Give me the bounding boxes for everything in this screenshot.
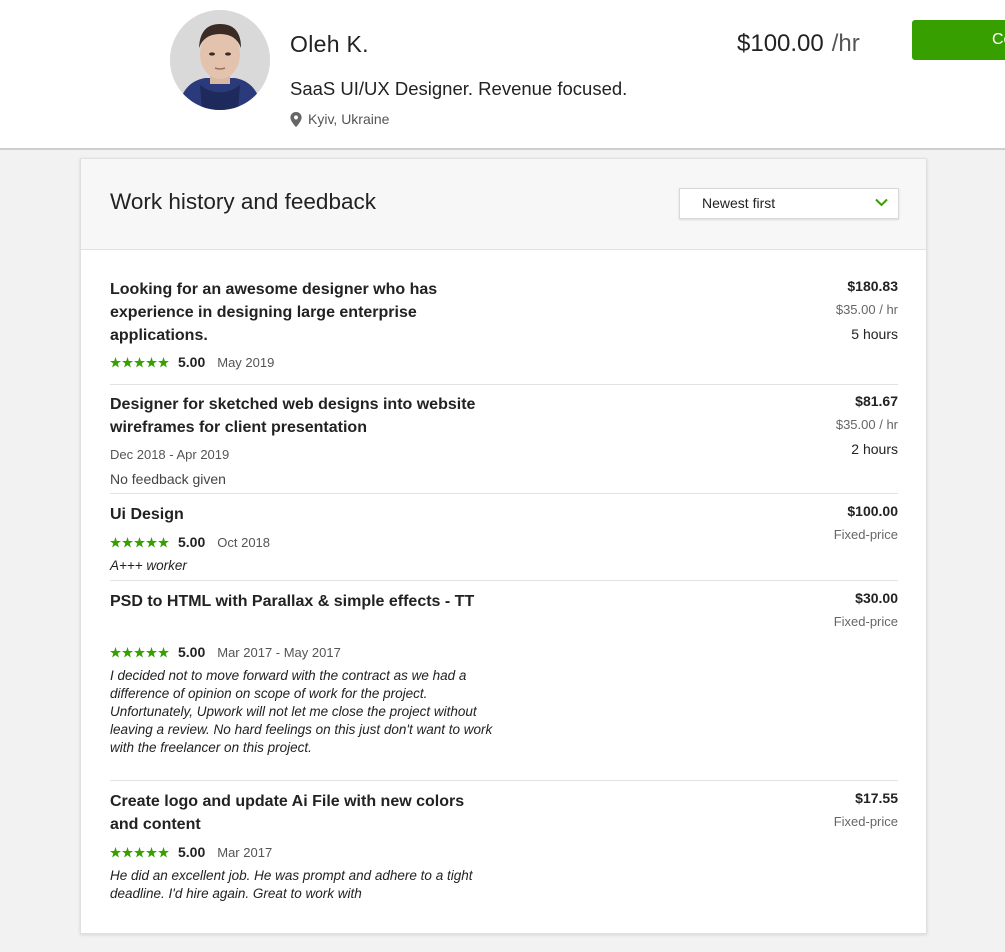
location-text: Kyiv, Ukraine [308,111,390,127]
star-rating [110,536,169,548]
job-hours: 2 hours [851,441,898,457]
star-icon [110,356,121,368]
client-feedback: I decided not to move forward with the c… [110,668,493,755]
job-price-type: Fixed-price [833,814,898,829]
job-rating-row: 5.00 Mar 2017 - May 2017 [110,643,341,661]
star-icon [122,536,133,548]
star-icon [146,356,157,368]
freelancer-name[interactable]: Oleh K. [290,31,369,58]
client-feedback: He did an excellent job. He was prompt a… [110,868,473,901]
star-rating [110,356,169,368]
job-rating-row: 5.00 Mar 2017 [110,843,272,861]
hourly-rate: $100.00/hr [737,30,860,58]
job-price-type: Fixed-price [833,614,898,629]
job-amount: $81.67 [855,393,898,409]
job-date: May 2019 [217,354,275,370]
sort-selected-value: Newest first [702,195,776,211]
job-title[interactable]: Create logo and update Ai File with new … [110,790,495,836]
star-rating [110,646,169,658]
job-title[interactable]: Ui Design [110,503,500,526]
star-icon [122,846,133,858]
star-icon [122,356,133,368]
job-date: Mar 2017 [217,844,273,860]
star-icon [122,646,133,658]
avatar[interactable] [170,10,270,110]
rating-score: 5.00 [178,844,206,860]
job-rating-row: 5.00 Oct 2018 [110,533,270,551]
job-item: Create logo and update Ai File with new … [110,790,898,910]
rating-score: 5.00 [178,534,206,550]
star-icon [146,536,157,548]
star-icon [158,356,169,368]
rate-unit: /hr [831,30,860,57]
client-feedback: A+++ worker [110,558,187,573]
job-rating-row: 5.00 May 2019 [110,353,274,371]
work-history-title: Work history and feedback [110,189,376,214]
job-title[interactable]: Designer for sketched web designs into w… [110,393,510,439]
star-icon [158,646,169,658]
star-icon [110,536,121,548]
job-date: Mar 2017 - May 2017 [217,644,341,660]
work-history-header: Work history and feedback Newest first [81,159,926,250]
rate-amount: $100.00 [737,30,824,57]
star-icon [134,356,145,368]
job-item: Looking for an awesome designer who has … [110,278,898,385]
job-item: Designer for sketched web designs into w… [110,393,898,494]
job-price-type: Fixed-price [833,527,898,542]
star-icon [134,646,145,658]
job-feedback-status: No feedback given [110,471,226,487]
star-icon [110,646,121,658]
star-icon [146,646,157,658]
star-icon [134,846,145,858]
job-item: Ui Design 5.00 Oct 2018 A+++ worker $100… [110,503,898,581]
star-icon [110,846,121,858]
job-date-range: Dec 2018 - Apr 2019 [110,447,230,462]
job-amount: $100.00 [847,503,898,519]
freelancer-headline: SaaS UI/UX Designer. Revenue focused. [290,78,628,99]
sort-dropdown[interactable]: Newest first [679,188,899,219]
work-history-card: Work history and feedback Newest first L… [80,158,927,934]
job-rate: $35.00 / hr [835,302,898,317]
star-rating [110,846,169,858]
job-title[interactable]: Looking for an awesome designer who has … [110,278,500,347]
star-icon [158,536,169,548]
location: Kyiv, Ukraine [290,111,389,127]
avatar-photo [170,10,270,110]
job-amount: $17.55 [855,790,898,806]
job-rate: $35.00 / hr [835,417,898,432]
job-amount: $30.00 [855,590,898,606]
rating-score: 5.00 [178,354,206,370]
job-title[interactable]: PSD to HTML with Parallax & simple effec… [110,590,480,613]
chevron-down-icon [875,198,888,207]
job-date: Oct 2018 [217,534,271,550]
profile-header: Oleh K. SaaS UI/UX Designer. Revenue foc… [0,0,1005,150]
job-amount: $180.83 [847,278,898,294]
job-hours: 5 hours [851,326,898,342]
contact-button[interactable]: Co [912,20,1005,60]
star-icon [158,846,169,858]
star-icon [134,536,145,548]
location-pin-icon [290,111,302,127]
star-icon [146,846,157,858]
job-item: PSD to HTML with Parallax & simple effec… [110,590,898,781]
rating-score: 5.00 [178,644,206,660]
